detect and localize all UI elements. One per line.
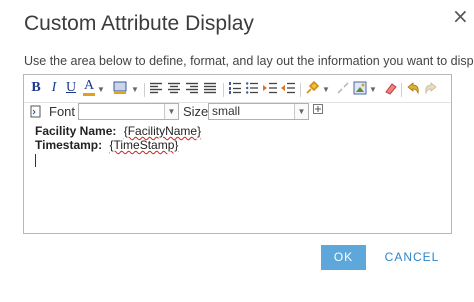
custom-attribute-dialog: Custom Attribute Display × Use the area … xyxy=(0,0,474,302)
add-icon[interactable] xyxy=(313,104,323,114)
rich-text-editor[interactable]: B I U A ▼ ▼ ▼ ▼ Font ▼ Size small ▼ Faci… xyxy=(23,74,452,234)
align-left-icon[interactable] xyxy=(150,82,162,94)
ok-button[interactable]: OK xyxy=(321,245,366,270)
cancel-button[interactable]: CANCEL xyxy=(381,245,443,270)
font-select[interactable]: ▼ xyxy=(78,103,179,120)
toolbar-divider xyxy=(223,83,224,97)
chevron-down-icon[interactable]: ▼ xyxy=(322,83,330,97)
chevron-down-icon[interactable]: ▼ xyxy=(369,83,377,97)
align-center-icon[interactable] xyxy=(168,82,180,94)
content-line-timestamp: Timestamp: {TimeStamp} xyxy=(35,139,201,153)
toolbar-divider xyxy=(300,83,301,97)
italic-button[interactable]: I xyxy=(48,81,60,95)
undo-icon[interactable] xyxy=(406,81,420,95)
font-label: Font xyxy=(49,104,76,119)
font-toolbar: Font ▼ Size small ▼ xyxy=(24,102,451,124)
size-select-value: small xyxy=(212,104,241,118)
chevron-down-icon: ▼ xyxy=(294,104,308,119)
highlight-color-icon[interactable] xyxy=(113,81,127,95)
dialog-title: Custom Attribute Display xyxy=(24,12,254,35)
bold-button[interactable]: B xyxy=(30,81,42,95)
instruction-text: Use the area below to define, format, an… xyxy=(24,54,474,68)
size-select[interactable]: small ▼ xyxy=(208,103,309,120)
timestamp-field-token: {TimeStamp} xyxy=(109,138,179,152)
remove-format-icon[interactable] xyxy=(383,81,397,95)
insert-link-icon[interactable] xyxy=(305,81,319,95)
font-color-button[interactable]: A xyxy=(83,79,95,96)
facility-field-token: {FacilityName} xyxy=(123,124,202,138)
timestamp-label: Timestamp: xyxy=(35,138,103,152)
chevron-down-icon[interactable]: ▼ xyxy=(97,83,105,97)
source-icon[interactable] xyxy=(30,105,42,118)
unlink-icon[interactable] xyxy=(336,81,350,95)
editor-content[interactable]: Facility Name: {FacilityName} Timestamp:… xyxy=(35,125,201,167)
indent-icon[interactable] xyxy=(263,82,277,94)
toolbar-divider xyxy=(144,83,145,97)
justify-icon[interactable] xyxy=(204,82,216,94)
facility-label: Facility Name: xyxy=(35,124,117,138)
chevron-down-icon[interactable]: ▼ xyxy=(131,83,139,97)
insert-image-icon[interactable] xyxy=(353,81,367,95)
size-label: Size xyxy=(183,104,209,119)
underline-button[interactable]: U xyxy=(65,81,77,95)
text-cursor xyxy=(35,154,36,167)
bullet-list-icon[interactable] xyxy=(246,82,258,94)
redo-icon[interactable] xyxy=(424,81,438,95)
align-right-icon[interactable] xyxy=(186,82,198,94)
outdent-icon[interactable] xyxy=(281,82,295,94)
content-line-facility: Facility Name: {FacilityName} xyxy=(35,125,201,139)
chevron-down-icon: ▼ xyxy=(164,104,178,119)
close-icon[interactable]: × xyxy=(452,6,469,26)
editor-toolbar: B I U A ▼ ▼ ▼ ▼ xyxy=(24,75,451,103)
toolbar-divider xyxy=(401,83,402,97)
numbered-list-icon[interactable] xyxy=(229,82,241,94)
